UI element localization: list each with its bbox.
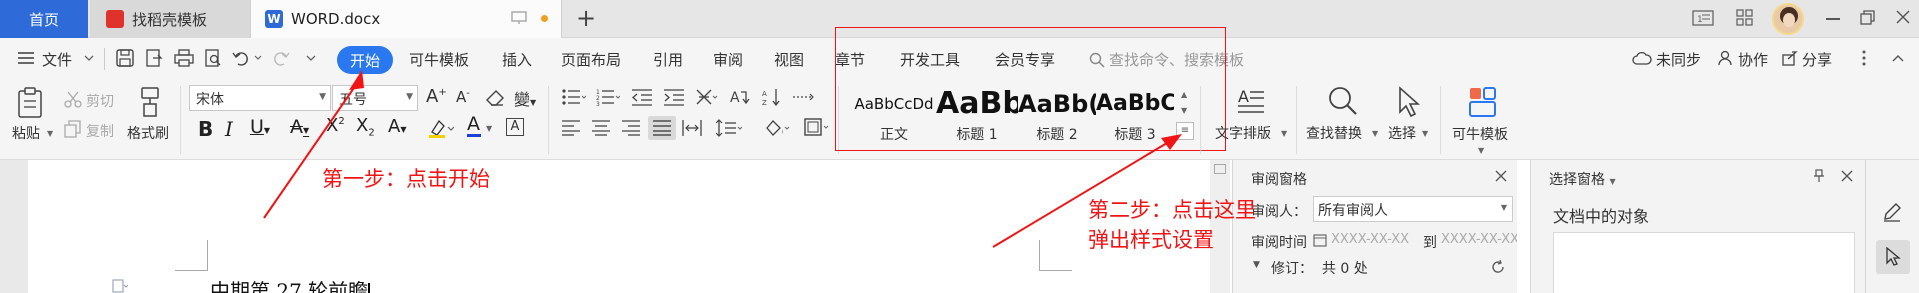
arrow-step2-head bbox=[1161, 134, 1182, 150]
arrow-step1-head bbox=[349, 70, 364, 90]
annotation-step2-line2: 弹出样式设置 bbox=[1088, 228, 1214, 252]
annotation-step2-line1: 第二步：点击这里 bbox=[1088, 198, 1256, 222]
annotation-step1: 第一步：点击开始 bbox=[322, 167, 490, 191]
arrow-step1 bbox=[263, 81, 359, 219]
annotation-arrows bbox=[263, 70, 1182, 248]
